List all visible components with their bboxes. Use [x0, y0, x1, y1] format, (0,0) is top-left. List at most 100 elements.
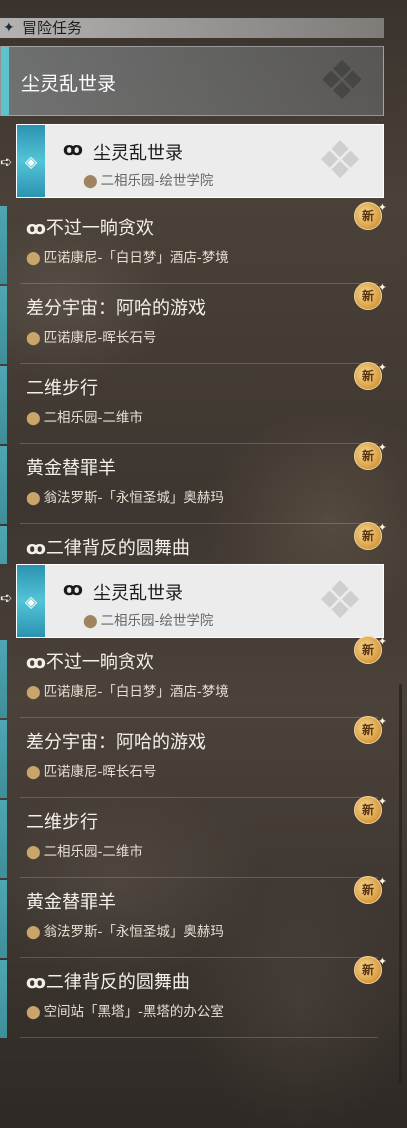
sparkle-icon: ✦ [377, 521, 387, 534]
mission-row[interactable]: ꝏ 不过一晌贪欢 ⬤ 匹诺康尼-「白日梦」酒店-梦境 [0, 206, 384, 284]
quest-glyph-icon: ꝏ [26, 538, 46, 559]
mission-location-text: 匹诺康尼-晖长石号 [43, 764, 157, 780]
sparkle-icon: ✦ [377, 361, 387, 374]
selected-diamond-icon: ◈ [24, 592, 38, 611]
mission-location-text: 二相乐园-二维市 [43, 410, 143, 426]
mission-title: ꝏ 不过一晌贪欢 [26, 214, 154, 240]
mission-location-text: 翁法罗斯-「永恒圣城」奥赫玛 [43, 924, 224, 940]
quest-glyph-icon: ꝏ [26, 972, 46, 993]
row-accent-bar [0, 206, 7, 284]
mission-location: ⬤ 翁法罗斯-「永恒圣城」奥赫玛 [26, 920, 224, 940]
mission-row[interactable]: 差分宇宙：阿哈的游戏 ⬤ 匹诺康尼-晖长石号 [0, 720, 384, 798]
mission-row[interactable]: ꝏ 不过一晌贪欢 ⬤ 匹诺康尼-「白日梦」酒店-梦境 [0, 640, 384, 718]
new-badge-icon: 新 ✦ [354, 715, 387, 744]
selected-mission-card[interactable]: ◈ ꝏ 尘灵乱世录 ⬤ 二相乐园-绘世学院 ❖ [16, 124, 384, 198]
sparkle-icon: ✦ [377, 635, 387, 648]
mission-location-text: 空间站「黑塔」-黑塔的办公室 [43, 1004, 224, 1020]
selected-mission-location: ⬤ 二相乐园-绘世学院 [83, 169, 213, 189]
mission-location: ⬤ 匹诺康尼-「白日梦」酒店-梦境 [26, 246, 229, 266]
new-badge-icon: 新 ✦ [354, 281, 387, 310]
sparkle-icon: ✦ [377, 715, 387, 728]
row-accent-bar [0, 446, 7, 524]
mission-location-text: 匹诺康尼-「白日梦」酒店-梦境 [43, 250, 229, 266]
row-accent-bar [0, 960, 7, 1038]
selected-emblem-icon: ❖ [316, 571, 364, 631]
selected-mission-location: ⬤ 二相乐园-绘世学院 [83, 609, 213, 629]
location-pin-icon: ⬤ [26, 491, 41, 506]
selected-diamond-icon: ◈ [24, 152, 38, 171]
mission-title: 二维步行 [26, 812, 98, 833]
quest-glyph-icon: ꝏ [63, 139, 83, 160]
selected-emblem-icon: ❖ [316, 131, 364, 191]
quest-glyph-icon: ꝏ [26, 652, 46, 673]
quest-glyph-icon: ꝏ [63, 579, 83, 600]
mission-location: ⬤ 二相乐园-二维市 [26, 406, 143, 426]
mission-title: ꝏ 二律背反的圆舞曲 [26, 968, 190, 994]
mission-location-text: 翁法罗斯-「永恒圣城」奥赫玛 [43, 490, 224, 506]
new-badge-icon: 新 ✦ [354, 201, 387, 230]
row-accent-bar [0, 880, 7, 958]
badge-label: 新 [361, 209, 374, 223]
row-accent-bar [0, 800, 7, 878]
location-pin-icon: ⬤ [26, 251, 41, 266]
badge-label: 新 [361, 723, 374, 737]
badge-label: 新 [361, 883, 374, 897]
row-divider [20, 877, 378, 878]
selected-mission-card[interactable]: ◈ ꝏ 尘灵乱世录 ⬤ 二相乐园-绘世学院 ❖ [16, 564, 384, 638]
mission-location: ⬤ 翁法罗斯-「永恒圣城」奥赫玛 [26, 486, 224, 506]
badge-label: 新 [361, 803, 374, 817]
row-accent-bar [0, 526, 7, 564]
mission-title: 黄金替罪羊 [26, 458, 116, 479]
row-divider [20, 363, 378, 364]
row-divider [20, 523, 378, 524]
mission-row[interactable]: ꝏ 二律背反的圆舞曲 [0, 526, 384, 564]
section-title: 冒险任务 [22, 19, 83, 37]
mission-title: 黄金替罪羊 [26, 892, 116, 913]
sparkle-icon: ✦ [377, 955, 387, 968]
row-divider [20, 797, 378, 798]
new-badge-icon: 新 ✦ [354, 635, 387, 664]
mission-location-text: 匹诺康尼-晖长石号 [43, 330, 157, 346]
new-badge-icon: 新 ✦ [354, 361, 387, 390]
selected-location-text: 二相乐园-绘世学院 [100, 173, 214, 189]
diamond-icon: ✦ [3, 20, 15, 36]
selected-mission-title: 尘灵乱世录 [93, 583, 183, 604]
location-pin-icon: ⬤ [26, 1005, 41, 1020]
mission-title-text: 二律背反的圆舞曲 [45, 538, 190, 559]
mission-row[interactable]: 二维步行 ⬤ 二相乐园-二维市 [0, 366, 384, 444]
mission-row[interactable]: 黄金替罪羊 ⬤ 翁法罗斯-「永恒圣城」奥赫玛 [0, 880, 384, 958]
mission-row[interactable]: 二维步行 ⬤ 二相乐园-二维市 [0, 800, 384, 878]
badge-label: 新 [361, 963, 374, 977]
mission-row[interactable]: 黄金替罪羊 ⬤ 翁法罗斯-「永恒圣城」奥赫玛 [0, 446, 384, 524]
scrollbar[interactable] [399, 684, 402, 1084]
mission-panel-bottom: ➪ ◈ ꝏ 尘灵乱世录 ⬤ 二相乐园-绘世学院 ❖ ꝏ 不过一晌贪欢 ⬤ 匹诺康尼-… [0, 564, 407, 1128]
sparkle-icon: ✦ [377, 441, 387, 454]
mission-title-text: 二律背反的圆舞曲 [45, 972, 190, 993]
mission-location-text: 匹诺康尼-「白日梦」酒店-梦境 [43, 684, 229, 700]
quest-glyph-icon: ꝏ [26, 218, 46, 239]
selected-accent-bar: ◈ [17, 125, 45, 197]
selected-accent-bar: ◈ [17, 565, 45, 637]
mission-location-text: 二相乐园-二维市 [43, 844, 143, 860]
location-pin-icon: ⬤ [26, 685, 41, 700]
mission-row[interactable]: ꝏ 二律背反的圆舞曲 ⬤ 空间站「黑塔」-黑塔的办公室 [0, 960, 384, 1038]
new-badge-icon: 新 ✦ [354, 875, 387, 904]
row-divider [20, 443, 378, 444]
mission-title: 差分宇宙：阿哈的游戏 [26, 732, 206, 753]
location-pin-icon: ⬤ [83, 614, 98, 629]
mission-title-text: 不过一晌贪欢 [45, 652, 154, 673]
mission-row[interactable]: 差分宇宙：阿哈的游戏 ⬤ 匹诺康尼-晖长石号 [0, 286, 384, 364]
row-accent-bar [0, 366, 7, 444]
mission-location: ⬤ 匹诺康尼-「白日梦」酒店-梦境 [26, 680, 229, 700]
section-header: ✦ 冒险任务 [0, 18, 384, 38]
category-accent-bar [1, 47, 9, 115]
row-accent-bar [0, 286, 7, 364]
location-pin-icon: ⬤ [26, 845, 41, 860]
new-badge-icon: 新 ✦ [354, 955, 387, 984]
badge-label: 新 [361, 289, 374, 303]
location-pin-icon: ⬤ [83, 174, 98, 189]
mission-location: ⬤ 空间站「黑塔」-黑塔的办公室 [26, 1000, 224, 1020]
category-card[interactable]: 尘灵乱世录 ❖ [0, 46, 384, 116]
mission-location: ⬤ 二相乐园-二维市 [26, 840, 143, 860]
selected-mission-title: 尘灵乱世录 [93, 143, 183, 164]
